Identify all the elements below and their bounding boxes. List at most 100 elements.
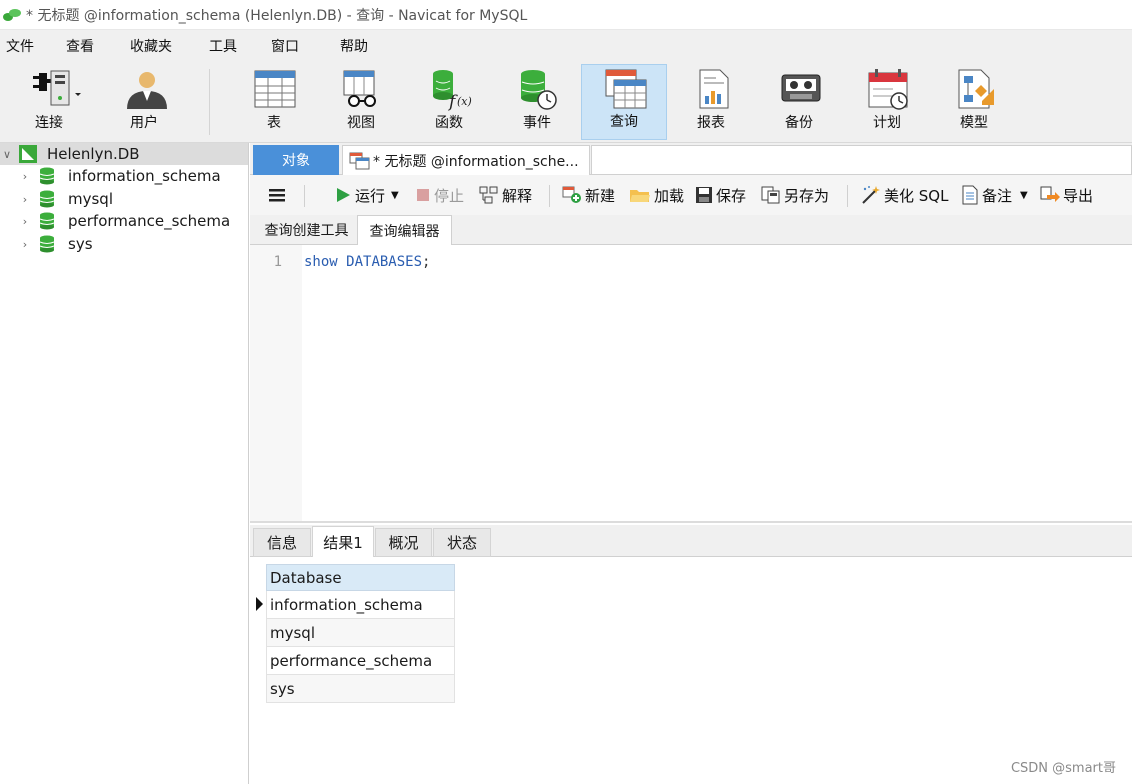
model-icon [958,69,994,109]
tree-database-item[interactable]: › information_schema [18,165,221,187]
menu-view[interactable]: 查看 [66,36,94,56]
new-label: 新建 [585,186,616,205]
tab-query-editor[interactable]: 查询编辑器 [357,215,452,246]
save-button[interactable]: 保存 [695,175,746,215]
menu-favorites[interactable]: 收藏夹 [130,36,172,56]
explain-icon [479,186,498,204]
chevron-right-icon[interactable]: › [18,193,32,206]
sql-keyword: show [304,254,338,270]
chevron-down-icon[interactable]: ▼ [391,190,399,201]
query-button[interactable]: 查询 [581,64,667,140]
explain-button[interactable]: 解释 [479,175,532,215]
run-label: 运行 [355,186,386,205]
tab-query-builder[interactable]: 查询创建工具 [256,215,357,245]
column-header-database[interactable]: Database [266,564,455,591]
user-icon [127,72,167,109]
database-name: sys [68,235,93,253]
comment-button[interactable]: 备注 ▼ [961,175,1028,215]
connect-button[interactable]: 连接 [6,64,92,140]
menu-help[interactable]: 帮助 [340,36,368,56]
function-button[interactable]: f (x) 函数 [406,64,492,140]
line-number-gutter: 1 [250,245,302,521]
event-button[interactable]: 事件 [494,64,580,140]
tab-query[interactable]: * 无标题 @information_sche... [342,145,590,176]
chevron-down-icon[interactable]: ∨ [0,148,14,161]
new-button[interactable]: 新建 [562,175,615,215]
stop-icon [417,189,429,201]
user-button[interactable]: 用户 [101,64,187,140]
user-label: 用户 [130,115,158,131]
tab-result1[interactable]: 结果1 [312,526,374,558]
chevron-right-icon[interactable]: › [18,238,32,251]
chevron-down-icon[interactable]: ▼ [1020,190,1028,201]
title-bar: * 无标题 @information_schema (Helenlyn.DB) … [0,0,1132,30]
magic-wand-icon [862,186,880,204]
chevron-right-icon[interactable]: › [18,215,32,228]
menu-tools[interactable]: 工具 [209,36,237,56]
model-button[interactable]: 模型 [931,64,1017,140]
beautify-sql-label: 美化 SQL [884,186,949,205]
query-tab-icon [349,152,370,170]
tab-info[interactable]: 信息 [253,528,311,557]
hamburger-menu-button[interactable] [268,175,289,215]
stop-label: 停止 [434,186,465,205]
view-button[interactable]: 视图 [318,64,404,140]
connect-label: 连接 [35,115,63,131]
export-button[interactable]: 导出 [1040,175,1093,215]
view-glasses-icon [343,70,376,107]
database-icon [39,167,55,185]
query-label: 查询 [610,114,638,130]
connection-name: Helenlyn.DB [47,145,140,163]
tab-status[interactable]: 状态 [433,528,491,557]
query-tab-title: * 无标题 @information_sche... [373,154,579,170]
schedule-button[interactable]: 计划 [844,64,930,140]
stop-button[interactable]: 停止 [415,175,464,215]
report-label: 报表 [697,115,725,131]
chevron-right-icon[interactable]: › [18,170,32,183]
save-as-button[interactable]: 另存为 [761,175,829,215]
table-row[interactable]: information_schema [266,591,455,619]
main-toolbar: 连接 用户 表 视图 f (x) 函数 事件 查询 报表 备份 计划 模型 [0,61,1132,143]
save-label: 保存 [716,186,747,205]
table-row[interactable]: performance_schema [266,647,455,675]
menu-file[interactable]: 文件 [6,36,34,56]
tree-database-item[interactable]: › mysql [18,188,113,210]
connection-tree: ∨ Helenlyn.DB › information_schema › mys… [0,143,249,784]
query-icon [605,69,647,109]
folder-open-icon [630,190,650,202]
save-as-label: 另存为 [784,186,830,205]
tree-connection[interactable]: ∨ Helenlyn.DB [0,143,248,165]
schedule-calendar-icon [868,69,908,110]
tab-objects[interactable]: 对象 [253,145,339,175]
export-icon [1040,186,1060,202]
backup-label: 备份 [785,115,813,131]
comment-label: 备注 [982,186,1013,205]
save-disk-icon [696,187,712,203]
sql-object: DATABASES [346,254,423,270]
tree-database-item[interactable]: › performance_schema [18,210,230,232]
plug-connect-icon [33,70,81,106]
report-button[interactable]: 报表 [668,64,754,140]
menu-window[interactable]: 窗口 [271,36,299,56]
load-button[interactable]: 加载 [629,175,684,215]
backup-button[interactable]: 备份 [756,64,842,140]
table-button[interactable]: 表 [231,64,317,140]
result-grid: Database information_schema mysql perfor… [250,557,1132,784]
explain-label: 解释 [502,186,533,205]
function-icon: f (x) [433,70,472,111]
sql-code-line[interactable]: show DATABASES; [304,254,430,270]
comment-document-icon [962,185,978,205]
query-mode-tabs: 查询创建工具 查询编辑器 [250,215,1132,246]
database-icon [39,212,55,230]
table-row[interactable]: mysql [266,619,455,647]
sql-editor[interactable]: 1 show DATABASES; [250,245,1132,523]
database-name: mysql [68,190,113,208]
tree-database-item[interactable]: › sys [18,233,93,255]
document-tabs: 对象 * 无标题 @information_sche... [250,143,1132,176]
database-icon [39,190,55,208]
run-button[interactable]: 运行 ▼ [334,175,399,215]
table-row[interactable]: sys [266,675,455,703]
tab-profile[interactable]: 概况 [375,528,432,557]
mysql-connection-icon [19,145,37,163]
beautify-sql-button[interactable]: 美化 SQL [859,175,948,215]
